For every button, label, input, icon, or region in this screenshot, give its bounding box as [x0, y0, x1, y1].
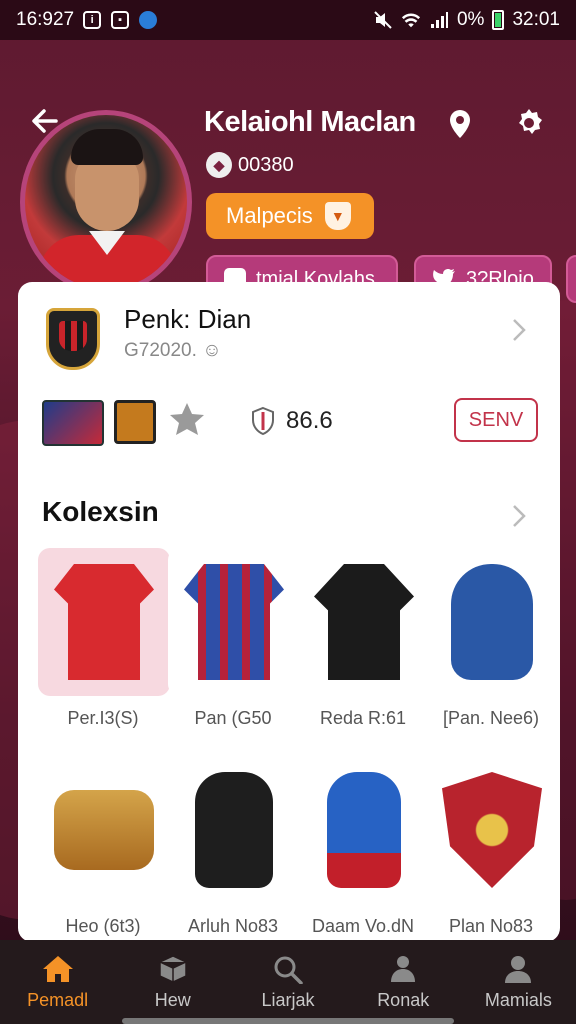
screen: 16:927 i ▪ 0% 32:01 Kelaiohl Maclan ◆ 00…	[0, 0, 576, 1024]
nav-label: Liarjak	[261, 989, 315, 1010]
wifi-icon	[401, 10, 421, 30]
avatar-photo	[25, 115, 187, 289]
item-image	[442, 772, 542, 888]
id-badge-icon: ◆	[206, 152, 232, 178]
team-subtitle-text: G72020.	[124, 340, 197, 361]
collection-item[interactable]: [Pan. Nee6)	[426, 548, 558, 729]
item-image	[314, 564, 414, 680]
item-label: Arluh No83	[187, 916, 279, 936]
score-value: 86.6	[286, 407, 333, 434]
nav-rank[interactable]: Ronak	[346, 940, 461, 1024]
rank-label: Malpecis	[226, 203, 313, 228]
nav-home[interactable]: Pemadl	[0, 940, 115, 1024]
team-subtitle: G72020. ☺	[124, 340, 222, 362]
app-icon	[138, 10, 158, 30]
collection-title: Kolexsin	[42, 496, 159, 527]
user-id-value: 00380	[238, 153, 294, 176]
item-image	[54, 564, 154, 680]
item-image	[451, 564, 533, 680]
nav-new[interactable]: Hew	[115, 940, 230, 1024]
notification-icon: i	[82, 10, 102, 30]
collection-item[interactable]: Daam Vo.dN	[298, 756, 430, 937]
achievement-badge[interactable]	[114, 400, 156, 444]
rank-shield-icon: ▼	[324, 202, 351, 230]
team-score: 86.6	[250, 406, 333, 436]
user-name: Kelaiohl Maclan	[204, 106, 416, 138]
user-id: ◆ 00380	[206, 152, 294, 178]
chevron-right-icon[interactable]	[508, 314, 532, 346]
item-image	[195, 772, 273, 888]
status-clock: 32:01	[512, 9, 560, 30]
nav-label: Ronak	[377, 989, 430, 1010]
item-image	[327, 772, 401, 888]
collection-item[interactable]: Arluh No83	[168, 756, 300, 937]
rank-badge[interactable]: Malpecis ▼	[206, 193, 374, 239]
home-icon	[42, 955, 73, 982]
more-social-button[interactable]	[566, 255, 576, 303]
nav-search[interactable]: Liarjak	[230, 940, 345, 1024]
status-time: 16:927	[16, 9, 75, 30]
signal-icon	[429, 10, 449, 30]
item-label: Heo (6t3)	[65, 916, 141, 936]
chevron-right-icon[interactable]	[508, 500, 532, 532]
nav-label: Mamials	[484, 989, 552, 1010]
trophy-icon	[391, 955, 416, 982]
nav-label: Hew	[154, 989, 191, 1010]
avatar[interactable]	[20, 110, 192, 294]
home-indicator	[122, 1018, 454, 1024]
shield-icon	[252, 406, 274, 436]
bottom-nav: Pemadl Hew Liarjak Ronak Mamials	[0, 940, 576, 1024]
nav-label: Pemadl	[27, 989, 89, 1010]
profile-icon	[505, 955, 532, 983]
item-label: Pan (G50	[194, 708, 272, 728]
collection-item[interactable]: Plan No83	[426, 756, 558, 937]
box-icon	[159, 954, 187, 983]
nav-profile[interactable]: Mamials	[461, 940, 576, 1024]
battery-percent: 0%	[456, 9, 485, 30]
collection-item[interactable]: Per.I3(S)	[38, 548, 170, 729]
battery-icon	[492, 10, 505, 30]
player-card-badge[interactable]	[42, 400, 104, 446]
gear-icon[interactable]	[512, 106, 546, 140]
collection-item[interactable]: Pan (G50	[168, 548, 300, 729]
profile-header: Kelaiohl Maclan ◆ 00380 Malpecis ▼ tmial…	[0, 40, 576, 303]
send-button[interactable]: SENV	[454, 398, 538, 442]
item-image	[184, 564, 284, 680]
collection-item[interactable]: Heo (6t3)	[38, 756, 170, 937]
item-label: Per.I3(S)	[67, 708, 139, 728]
item-label: Plan No83	[448, 916, 534, 936]
status-bar: 16:927 i ▪ 0% 32:01	[0, 0, 576, 40]
star-icon[interactable]	[168, 400, 206, 438]
profile-card: Penk: Dian G72020. ☺ 86.6 SENV Kolexsin	[18, 282, 560, 942]
team-name: Penk: Dian	[124, 304, 252, 334]
item-image	[54, 790, 154, 870]
collection-item[interactable]: Reda R:61	[298, 548, 430, 729]
image-icon: ▪	[110, 10, 130, 30]
smile-icon: ☺	[202, 340, 222, 361]
team-logo	[46, 308, 100, 370]
location-pin-icon[interactable]	[444, 108, 476, 140]
mute-icon	[373, 10, 393, 30]
item-label: [Pan. Nee6)	[442, 708, 540, 728]
search-icon	[274, 956, 303, 984]
